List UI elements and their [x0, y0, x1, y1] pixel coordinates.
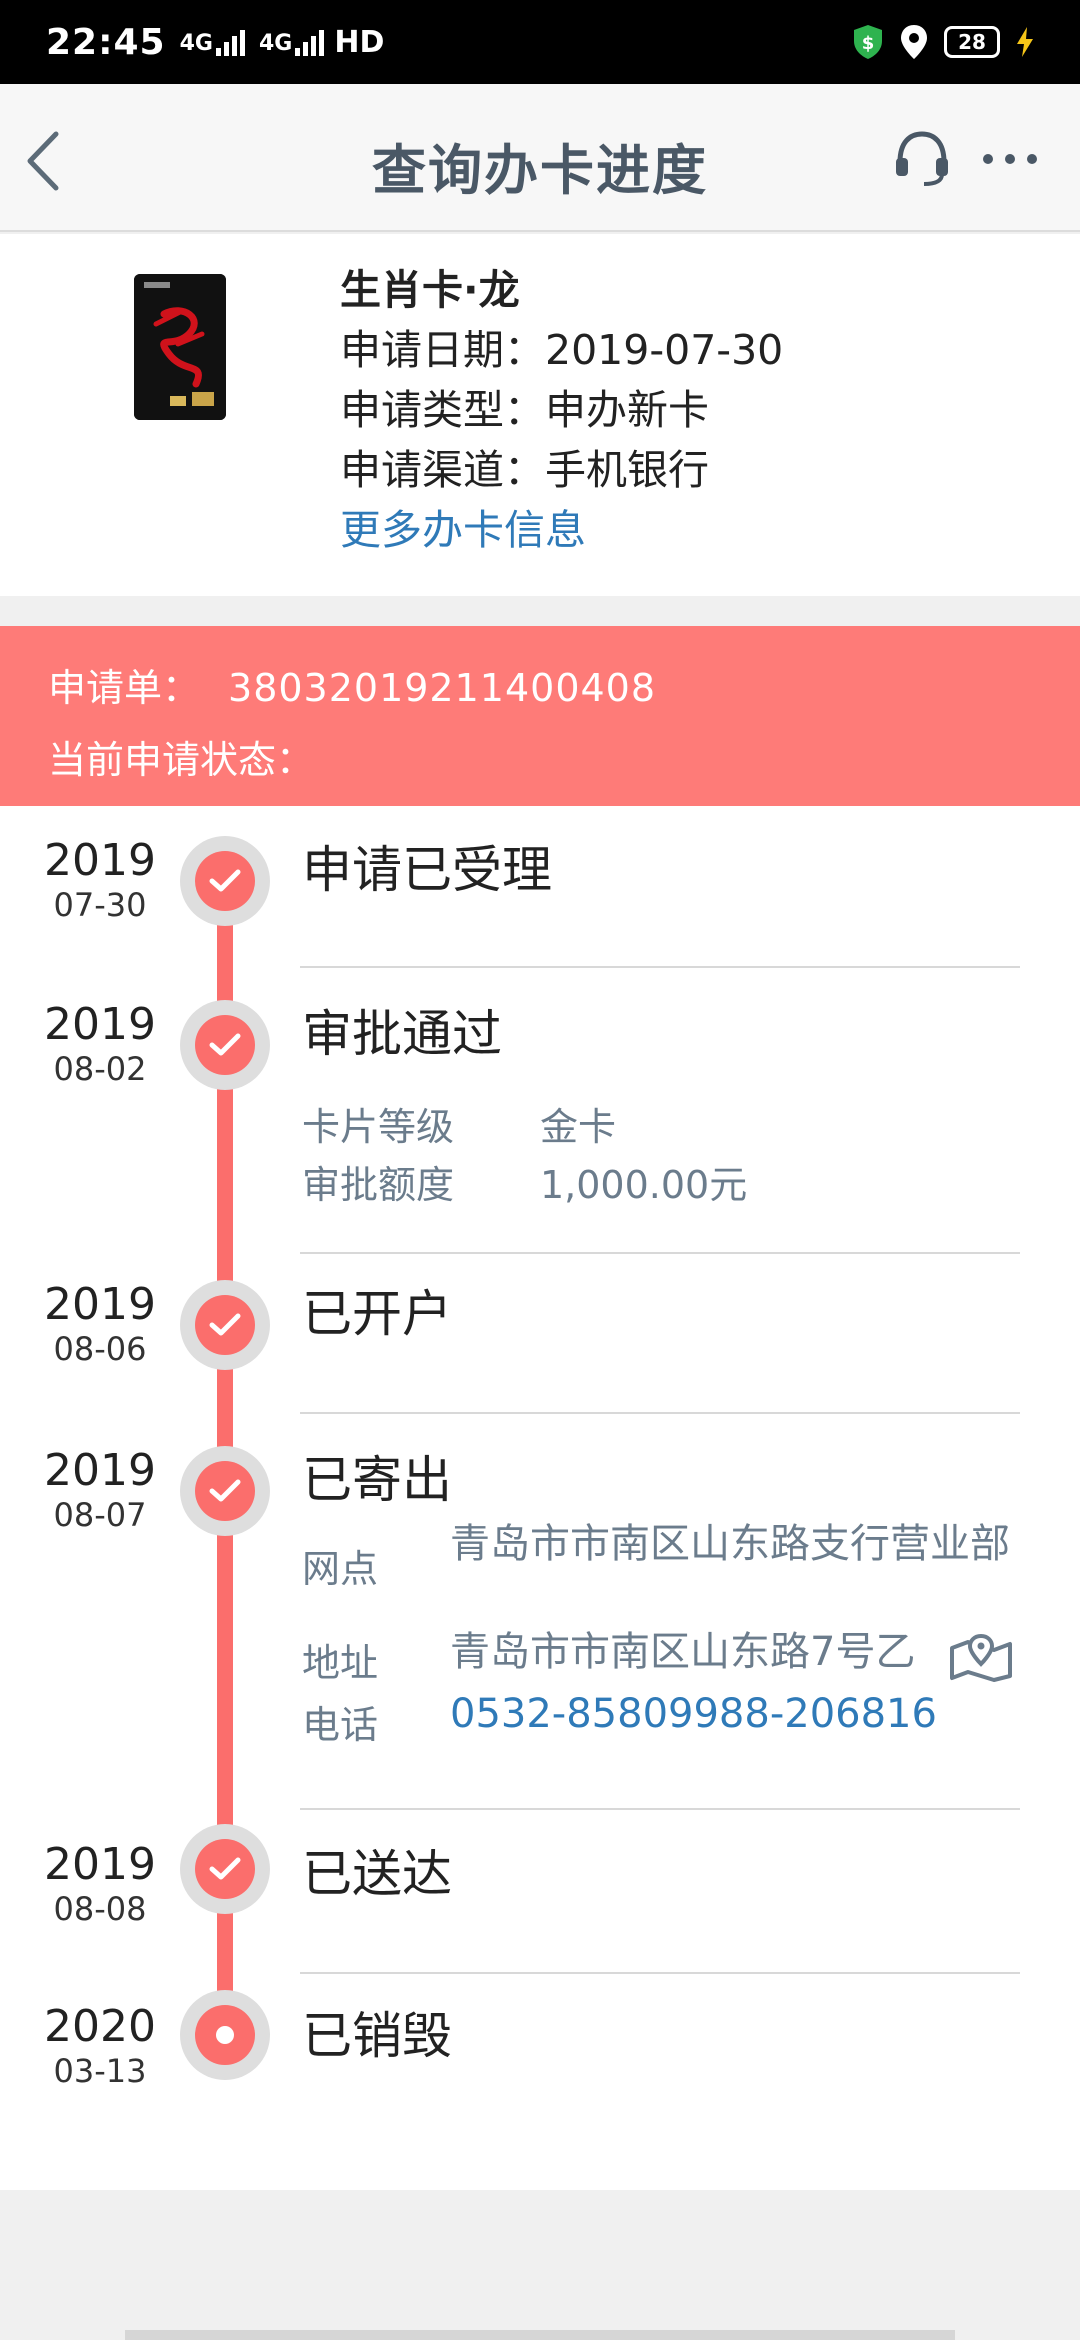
signal-1: 4G — [180, 28, 245, 56]
headset-icon[interactable] — [890, 126, 954, 190]
signal-bars-icon — [215, 28, 245, 56]
check-icon — [209, 1033, 241, 1056]
check-icon — [209, 869, 241, 892]
timeline-status: 已寄出 — [302, 1451, 452, 1509]
detail-address-value: 青岛市市南区山东路7号乙 — [450, 1629, 916, 1675]
card-image — [134, 274, 226, 420]
hd-indicator: HD — [334, 24, 385, 60]
apply-date: 申请日期：2019-07-30 — [340, 326, 784, 374]
apply-type: 申请类型：申办新卡 — [340, 386, 709, 434]
timeline-date: 2019 07-30 — [44, 835, 156, 925]
timeline-status: 已送达 — [302, 1845, 452, 1903]
apply-channel: 申请渠道：手机银行 — [340, 446, 709, 494]
zodiac-dragon-icon — [134, 274, 226, 420]
timeline-node — [180, 1824, 270, 1914]
nav-bar: 查询办卡进度 — [0, 84, 1080, 232]
phone-link[interactable]: 0532-85809988-206816 — [450, 1694, 1010, 1734]
timeline-date: 2019 08-08 — [44, 1839, 156, 1929]
map-location-icon[interactable] — [948, 1632, 1014, 1682]
timeline-status: 申请已受理 — [302, 841, 552, 899]
divider — [300, 966, 1020, 968]
timeline-date: 2020 03-13 — [44, 2001, 156, 2091]
divider — [300, 1972, 1020, 1974]
card-name: 生肖卡·龙 — [340, 266, 520, 314]
status-bar: 22:45 4G 4G HD $ 28 — [0, 0, 1080, 84]
check-icon — [209, 1857, 241, 1880]
detail-address-label: 地址 — [302, 1641, 379, 1685]
svg-text:$: $ — [862, 33, 875, 54]
detail-phone-label: 电话 — [302, 1703, 379, 1747]
application-status-label: 当前申请状态： — [48, 738, 315, 782]
charging-icon — [1017, 27, 1033, 57]
timeline-date: 2019 08-07 — [44, 1445, 156, 1535]
card-details: 生肖卡·龙 申请日期：2019-07-30 申请类型：申办新卡 申请渠道：手机银… — [340, 260, 783, 560]
more-card-info-link[interactable]: 更多办卡信息 — [340, 500, 783, 560]
check-icon — [209, 1479, 241, 1502]
timeline-node-current — [180, 1990, 270, 2080]
application-label: 申请单： — [48, 666, 201, 710]
clock: 22:45 — [46, 21, 166, 63]
application-number: 38032019211400408 — [228, 666, 657, 710]
timeline-status: 已销毁 — [302, 2007, 452, 2065]
progress-timeline: 2019 07-30 申请已受理 2019 08-02 审批通过 卡片等级 金卡… — [0, 806, 1080, 2190]
divider — [300, 1252, 1020, 1254]
timeline-node — [180, 1446, 270, 1536]
detail-card-level: 卡片等级 金卡 — [302, 1105, 617, 1149]
bottom-edge — [125, 2330, 955, 2340]
timeline-node — [180, 1280, 270, 1370]
battery-icon: 28 — [944, 26, 1000, 58]
application-number-row: 申请单： 38032019211400408 — [48, 652, 1080, 724]
timeline-status: 审批通过 — [302, 1005, 502, 1063]
detail-credit-limit: 审批额度 1,000.00元 — [302, 1163, 748, 1207]
location-icon — [901, 25, 927, 59]
timeline-status: 已开户 — [302, 1285, 452, 1343]
timeline-node — [180, 1000, 270, 1090]
shield-icon: $ — [854, 25, 882, 59]
timeline-node — [180, 836, 270, 926]
detail-branch-label: 网点 — [302, 1547, 379, 1591]
application-banner: 申请单： 38032019211400408 当前申请状态： — [0, 626, 1080, 806]
timeline-date: 2019 08-02 — [44, 999, 156, 1089]
signal-bars-icon — [295, 28, 325, 56]
divider — [300, 1808, 1020, 1810]
more-icon[interactable] — [978, 144, 1042, 174]
card-info-panel: 生肖卡·龙 申请日期：2019-07-30 申请类型：申办新卡 申请渠道：手机银… — [0, 234, 1080, 596]
detail-branch-value: 青岛市市南区山东路支行营业部 — [450, 1521, 1010, 1567]
current-dot-icon — [216, 2026, 234, 2044]
check-icon — [209, 1313, 241, 1336]
timeline-date: 2019 08-06 — [44, 1279, 156, 1369]
divider — [300, 1412, 1020, 1414]
signal-2: 4G — [259, 28, 325, 56]
